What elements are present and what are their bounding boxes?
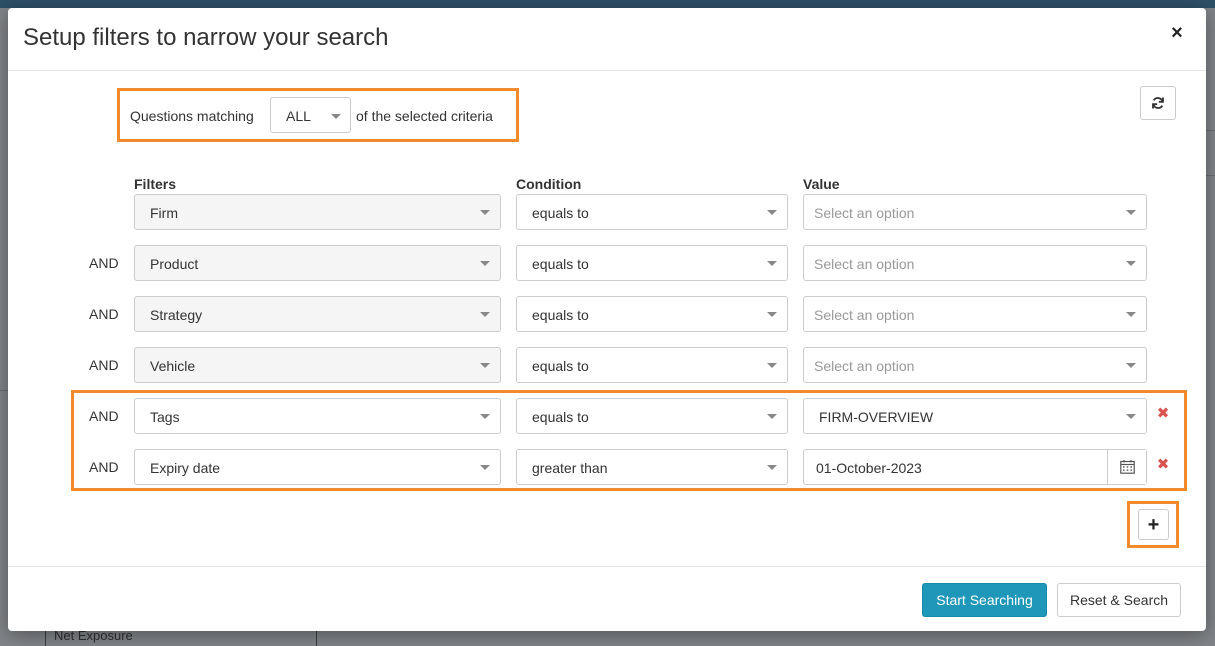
filter-modal: Setup filters to narrow your search × Qu… <box>8 8 1206 631</box>
modal-footer: Start Searching Reset & Search <box>8 566 1206 631</box>
chevron-down-icon <box>480 465 490 470</box>
condition-select[interactable]: equals to <box>516 194 788 230</box>
condition-select[interactable]: equals to <box>516 296 788 332</box>
modal-header: Setup filters to narrow your search × <box>8 8 1206 71</box>
and-connector-label: AND <box>89 408 119 424</box>
background-divider <box>1206 175 1215 176</box>
chevron-down-icon <box>480 363 490 368</box>
chevron-down-icon <box>480 312 490 317</box>
chevron-down-icon <box>480 261 490 266</box>
chevron-down-icon <box>767 312 777 317</box>
reset-search-button[interactable]: Reset & Search <box>1057 583 1181 617</box>
chevron-down-icon <box>480 414 490 419</box>
chevron-down-icon <box>480 210 490 215</box>
background-divider <box>1206 130 1215 131</box>
match-suffix-label: of the selected criteria <box>356 108 493 124</box>
chevron-down-icon <box>767 465 777 470</box>
filter-select[interactable]: Vehicle <box>134 347 501 383</box>
calendar-icon <box>1120 460 1135 474</box>
refresh-button[interactable] <box>1140 86 1176 120</box>
condition-select[interactable]: greater than <box>516 449 788 485</box>
filters-column-label: Filters <box>134 176 177 192</box>
add-filter-button[interactable]: + <box>1138 509 1169 540</box>
chevron-down-icon <box>331 114 341 119</box>
chevron-down-icon <box>1126 414 1136 419</box>
start-searching-button[interactable]: Start Searching <box>922 583 1047 617</box>
value-select[interactable]: Select an option <box>803 347 1147 383</box>
close-icon[interactable]: × <box>1166 22 1188 44</box>
match-mode-select[interactable]: ALL <box>270 97 351 133</box>
condition-select[interactable]: equals to <box>516 347 788 383</box>
remove-icon[interactable]: ✖ <box>1155 457 1171 473</box>
chevron-down-icon <box>1126 363 1136 368</box>
background-divider <box>0 390 8 391</box>
filter-select[interactable]: Tags <box>134 398 501 434</box>
match-prefix-label: Questions matching <box>130 108 254 124</box>
value-column-label: Value <box>803 176 840 192</box>
value-select[interactable]: Select an option <box>803 296 1147 332</box>
value-select[interactable]: Select an option <box>803 194 1147 230</box>
match-mode-value: ALL <box>286 108 311 124</box>
filter-select[interactable]: Product <box>134 245 501 281</box>
calendar-button[interactable] <box>1107 450 1146 484</box>
add-filter-highlight: + <box>1127 501 1179 548</box>
and-connector-label: AND <box>89 357 119 373</box>
filter-select[interactable]: Firm <box>134 194 501 230</box>
and-connector-label: AND <box>89 459 119 475</box>
background-table-cell: Net Exposure <box>45 628 317 646</box>
and-connector-label: AND <box>89 306 119 322</box>
chevron-down-icon <box>1126 261 1136 266</box>
chevron-down-icon <box>1126 312 1136 317</box>
value-select[interactable]: Select an option <box>803 245 1147 281</box>
chevron-down-icon <box>767 261 777 266</box>
chevron-down-icon <box>767 210 777 215</box>
condition-select[interactable]: equals to <box>516 245 788 281</box>
value-select[interactable]: FIRM-OVERVIEW <box>803 398 1147 434</box>
match-criteria-highlight: Questions matching ALL of the selected c… <box>117 88 519 142</box>
chevron-down-icon <box>767 414 777 419</box>
condition-column-label: Condition <box>516 176 582 192</box>
date-input[interactable]: 01-October-2023 <box>803 449 1147 485</box>
refresh-icon <box>1152 97 1164 109</box>
chevron-down-icon <box>1126 210 1136 215</box>
filter-select[interactable]: Expiry date <box>134 449 501 485</box>
modal-title: Setup filters to narrow your search <box>23 24 389 51</box>
and-connector-label: AND <box>89 255 119 271</box>
condition-select[interactable]: equals to <box>516 398 788 434</box>
chevron-down-icon <box>767 363 777 368</box>
remove-icon[interactable]: ✖ <box>1155 406 1171 422</box>
background-topbar <box>0 0 1215 8</box>
filter-select[interactable]: Strategy <box>134 296 501 332</box>
